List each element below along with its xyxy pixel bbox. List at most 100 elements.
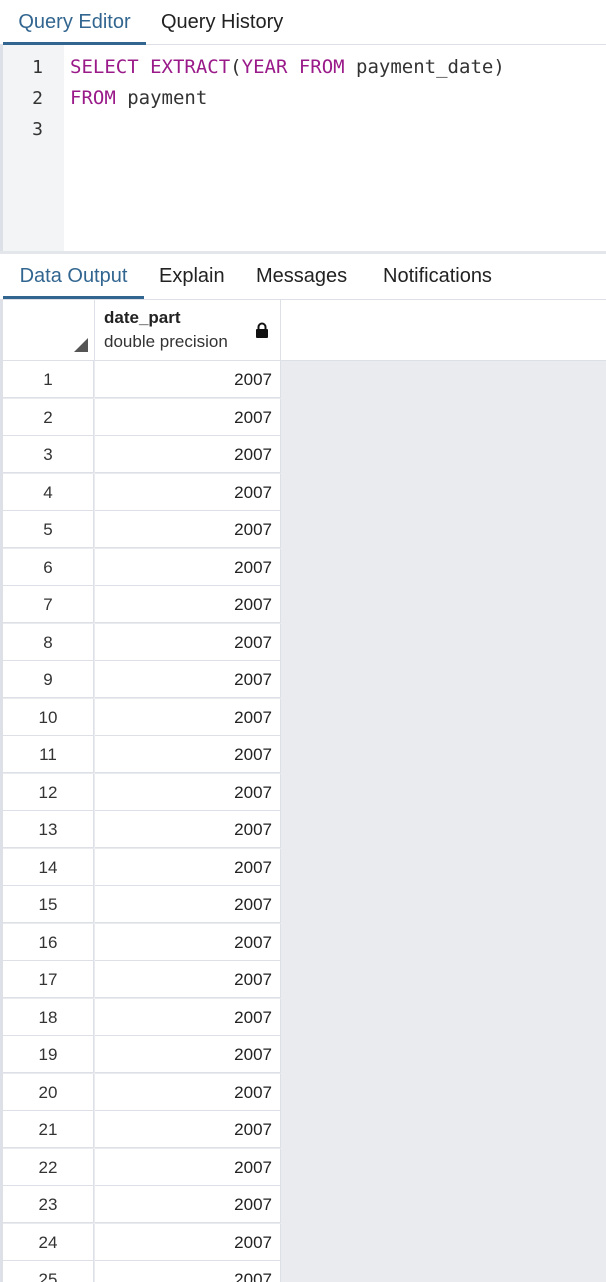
row-number[interactable]: 22 (3, 1149, 94, 1186)
cell-date-part[interactable]: 2007 (95, 511, 281, 548)
row-number[interactable]: 2 (3, 399, 94, 436)
keyword: EXTRACT (150, 56, 231, 78)
cell-date-part[interactable]: 2007 (95, 1111, 281, 1148)
table-row[interactable]: 25 2007 (0, 1261, 281, 1282)
row-number[interactable]: 18 (3, 999, 94, 1036)
table-row[interactable]: 20 2007 (0, 1074, 281, 1111)
table-row[interactable]: 9 2007 (0, 661, 281, 698)
table-row[interactable]: 18 2007 (0, 999, 281, 1036)
table-row[interactable]: 3 2007 (0, 436, 281, 473)
table-row[interactable]: 14 2007 (0, 849, 281, 886)
cell-date-part[interactable]: 2007 (95, 1261, 281, 1282)
table-row[interactable]: 19 2007 (0, 1036, 281, 1073)
cell-date-part[interactable]: 2007 (95, 661, 281, 698)
row-number[interactable]: 19 (3, 1036, 94, 1073)
cell-date-part[interactable]: 2007 (95, 474, 281, 511)
line-number: 3 (32, 119, 43, 140)
table-row[interactable]: 12 2007 (0, 774, 281, 811)
query-editor[interactable]: 1 2 3 SELECT EXTRACT(YEAR FROM payment_d… (0, 45, 606, 251)
table-row[interactable]: 15 2007 (0, 886, 281, 923)
cell-date-part[interactable]: 2007 (95, 586, 281, 623)
row-number[interactable]: 3 (3, 436, 94, 473)
table-row[interactable]: 24 2007 (0, 1224, 281, 1261)
cell-date-part[interactable]: 2007 (95, 961, 281, 998)
grid-left-border (0, 300, 3, 1282)
column-header-date-part[interactable]: date_part double precision (95, 300, 281, 360)
line-number: 1 (32, 57, 43, 78)
tab-notifications[interactable]: Notifications (383, 254, 492, 296)
row-number[interactable]: 8 (3, 624, 94, 661)
keyword: FROM (298, 56, 345, 78)
table-row[interactable]: 13 2007 (0, 811, 281, 848)
row-number[interactable]: 11 (3, 736, 94, 773)
row-number[interactable]: 1 (3, 361, 94, 398)
tab-query-editor[interactable]: Query Editor (3, 0, 146, 45)
cell-date-part[interactable]: 2007 (95, 436, 281, 473)
table-row[interactable]: 4 2007 (0, 474, 281, 511)
table-row[interactable]: 2 2007 (0, 399, 281, 436)
cell-date-part[interactable]: 2007 (95, 886, 281, 923)
tab-explain[interactable]: Explain (159, 254, 225, 296)
row-number[interactable]: 10 (3, 699, 94, 736)
editor-tabbar: Query Editor Query History (0, 0, 606, 45)
row-number[interactable]: 14 (3, 849, 94, 886)
cell-date-part[interactable]: 2007 (95, 699, 281, 736)
table-row[interactable]: 6 2007 (0, 549, 281, 586)
cell-date-part[interactable]: 2007 (95, 399, 281, 436)
row-number[interactable]: 24 (3, 1224, 94, 1261)
cell-date-part[interactable]: 2007 (95, 1074, 281, 1111)
table-row[interactable]: 22 2007 (0, 1149, 281, 1186)
row-number[interactable]: 5 (3, 511, 94, 548)
row-number[interactable]: 23 (3, 1186, 94, 1223)
row-number[interactable]: 7 (3, 586, 94, 623)
code-text: payment_date) (344, 56, 505, 78)
tab-messages[interactable]: Messages (256, 254, 347, 296)
cell-date-part[interactable]: 2007 (95, 924, 281, 961)
cell-date-part[interactable]: 2007 (95, 1224, 281, 1261)
cell-date-part[interactable]: 2007 (95, 1036, 281, 1073)
row-number[interactable]: 9 (3, 661, 94, 698)
cell-date-part[interactable]: 2007 (95, 999, 281, 1036)
row-number[interactable]: 17 (3, 961, 94, 998)
table-row[interactable]: 7 2007 (0, 586, 281, 623)
table-row[interactable]: 21 2007 (0, 1111, 281, 1148)
output-tabbar: Data Output Explain Messages Notificatio… (0, 254, 606, 300)
table-row[interactable]: 5 2007 (0, 511, 281, 548)
cell-date-part[interactable]: 2007 (95, 774, 281, 811)
row-number[interactable]: 4 (3, 474, 94, 511)
cell-date-part[interactable]: 2007 (95, 1149, 281, 1186)
cell-date-part[interactable]: 2007 (95, 736, 281, 773)
row-number[interactable]: 6 (3, 549, 94, 586)
table-row[interactable]: 8 2007 (0, 624, 281, 661)
select-all-corner[interactable] (3, 300, 95, 360)
row-number[interactable]: 25 (3, 1261, 94, 1282)
tab-query-history[interactable]: Query History (161, 0, 283, 42)
row-number[interactable]: 13 (3, 811, 94, 848)
table-row[interactable]: 16 2007 (0, 924, 281, 961)
cell-date-part[interactable]: 2007 (95, 1186, 281, 1223)
table-row[interactable]: 17 2007 (0, 961, 281, 998)
row-number[interactable]: 12 (3, 774, 94, 811)
cell-date-part[interactable]: 2007 (95, 624, 281, 661)
row-number[interactable]: 16 (3, 924, 94, 961)
cell-date-part[interactable]: 2007 (95, 849, 281, 886)
tab-data-output[interactable]: Data Output (3, 254, 144, 299)
row-number[interactable]: 20 (3, 1074, 94, 1111)
cell-date-part[interactable]: 2007 (95, 549, 281, 586)
keyword: SELECT (70, 56, 139, 78)
table-row[interactable]: 11 2007 (0, 736, 281, 773)
keyword: YEAR (241, 56, 288, 78)
table-row[interactable]: 10 2007 (0, 699, 281, 736)
row-number[interactable]: 21 (3, 1111, 94, 1148)
code-line-2[interactable]: FROM payment (70, 87, 207, 109)
code-line-1[interactable]: SELECT EXTRACT(YEAR FROM payment_date) (70, 56, 505, 78)
line-gutter: 1 2 3 (3, 45, 64, 251)
grid-header: date_part double precision (0, 300, 606, 361)
table-row[interactable]: 23 2007 (0, 1186, 281, 1223)
code-text: ( (230, 56, 242, 78)
table-row[interactable]: 1 2007 (0, 361, 281, 398)
cell-date-part[interactable]: 2007 (95, 361, 281, 398)
row-number[interactable]: 15 (3, 886, 94, 923)
cell-date-part[interactable]: 2007 (95, 811, 281, 848)
column-name: date_part (104, 308, 181, 327)
